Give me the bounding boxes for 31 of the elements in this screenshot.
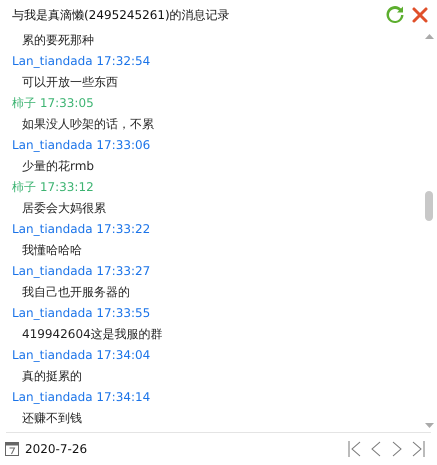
close-icon[interactable]: [411, 6, 429, 24]
message-header: Lan_tiandada 17:34:14: [12, 389, 152, 406]
message-header: Lan_tiandada 17:32:54: [12, 53, 152, 70]
message-text: 419942604这是我服的群: [21, 326, 164, 343]
message-text: 还赚不到钱: [21, 410, 83, 427]
message-text: 我自己也开服务器的: [21, 284, 131, 301]
message-header: Lan_tiandada 17:33:55: [12, 305, 152, 322]
message-text: 我懂哈哈哈: [21, 242, 83, 259]
message-text: 真的挺累的: [21, 368, 83, 385]
refresh-icon[interactable]: [385, 5, 405, 25]
message-header: 柿子 17:33:05: [12, 95, 95, 112]
date-label[interactable]: 2020-7-26: [25, 440, 348, 458]
first-page-icon[interactable]: [348, 440, 362, 458]
message-header: Lan_tiandada 17:33:06: [12, 137, 152, 154]
calendar-icon[interactable]: [5, 442, 19, 456]
scroll-up-icon[interactable]: [424, 34, 434, 39]
message-text: 累的要死那种: [21, 32, 95, 49]
message-text: 居委会大妈很累: [21, 200, 107, 217]
message-header: Lan_tiandada 17:33:27: [12, 263, 152, 280]
previous-icon[interactable]: [369, 440, 383, 458]
next-icon[interactable]: [390, 440, 404, 458]
message-text: 少量的花rmb: [21, 158, 96, 175]
window-title: 与我是真滴懒(2495245261)的消息记录: [12, 7, 231, 24]
scroll-down-icon[interactable]: [424, 423, 434, 428]
message-header: Lan_tiandada 17:34:04: [12, 347, 152, 364]
message-text: 如果没人吵架的话，不累: [21, 116, 155, 133]
last-page-icon[interactable]: [411, 440, 425, 458]
scrollbar-thumb[interactable]: [425, 191, 433, 221]
message-text: 可以开放一些东西: [21, 74, 119, 91]
message-header: Lan_tiandada 17:33:22: [12, 221, 152, 238]
message-header: 柿子 17:33:12: [12, 179, 95, 196]
